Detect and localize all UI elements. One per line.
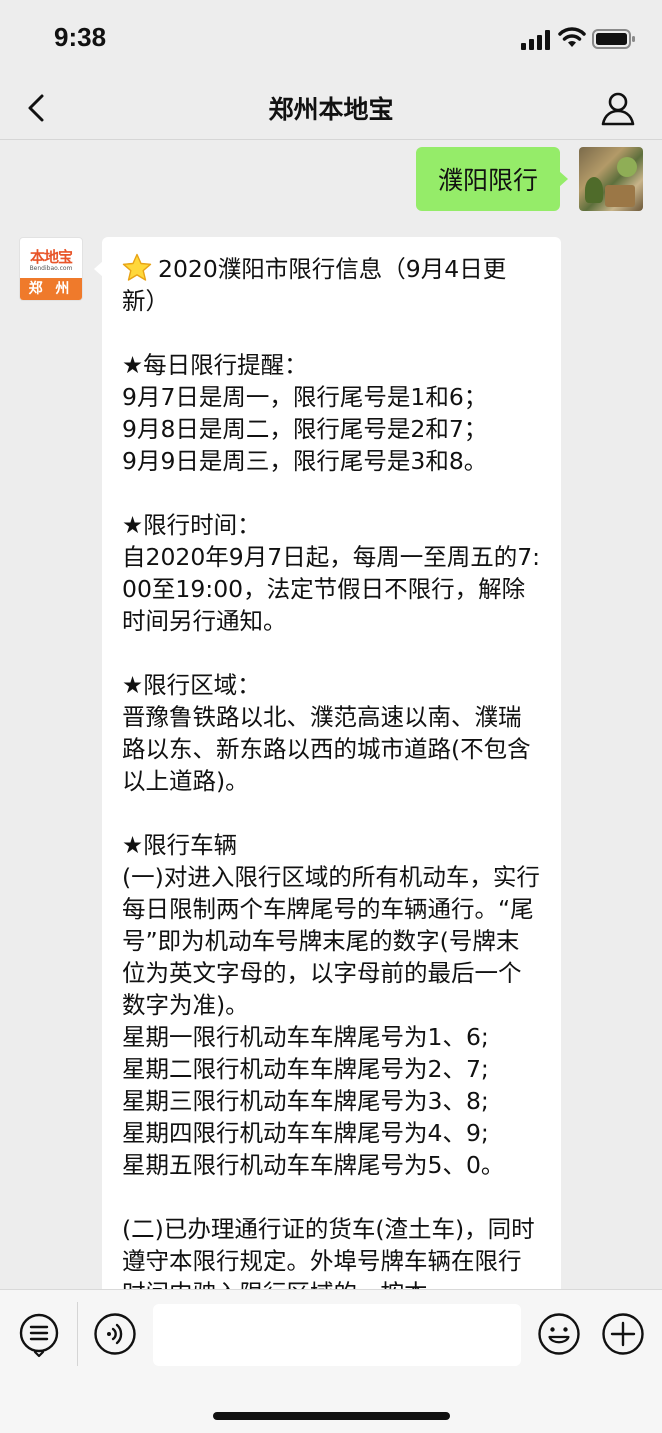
chat-area[interactable]: 濮阳限行 本地宝 Bendibao.com 郑 州 2020濮阳市限行信息（9月… [0,141,662,1289]
avatar-logo-text: 本地宝 [29,248,73,266]
plus-icon [602,1313,644,1355]
menu-button[interactable] [18,1312,60,1358]
plus-button[interactable] [601,1312,645,1356]
signal-icon [521,30,550,50]
star-emoji-icon [122,253,152,281]
message-input[interactable] [153,1304,521,1366]
avatar-logo-url: Bendibao.com [29,265,73,272]
voice-button[interactable] [93,1312,137,1356]
divider [77,1302,78,1366]
user-message-text: 濮阳限行 [437,166,538,195]
voice-icon [94,1313,136,1355]
user-message-bubble[interactable]: 濮阳限行 [416,147,568,211]
nav-bar: 郑州本地宝 [0,80,662,140]
home-indicator [213,1412,450,1420]
battery-icon [592,29,635,49]
avatar-logo-city: 郑 州 [20,278,82,300]
smiley-icon [538,1313,580,1355]
profile-button[interactable] [598,88,638,128]
bot-avatar[interactable]: 本地宝 Bendibao.com 郑 州 [19,237,83,301]
menu-list-icon [19,1313,59,1358]
status-time: 9:38 [54,22,107,52]
status-bar: 9:38 [0,0,662,80]
emoji-button[interactable] [537,1312,581,1356]
bot-message-text: 2020濮阳市限行信息（9月4日更新） ★每日限行提醒： 9月7日是周一，限行尾… [122,255,541,1289]
person-icon [601,92,635,126]
chat-title: 郑州本地宝 [268,95,394,124]
user-avatar[interactable] [579,147,643,211]
wifi-icon [558,27,586,47]
bot-message-bubble[interactable]: 2020濮阳市限行信息（9月4日更新） ★每日限行提醒： 9月7日是周一，限行尾… [94,237,561,1289]
input-bar [0,1289,662,1433]
